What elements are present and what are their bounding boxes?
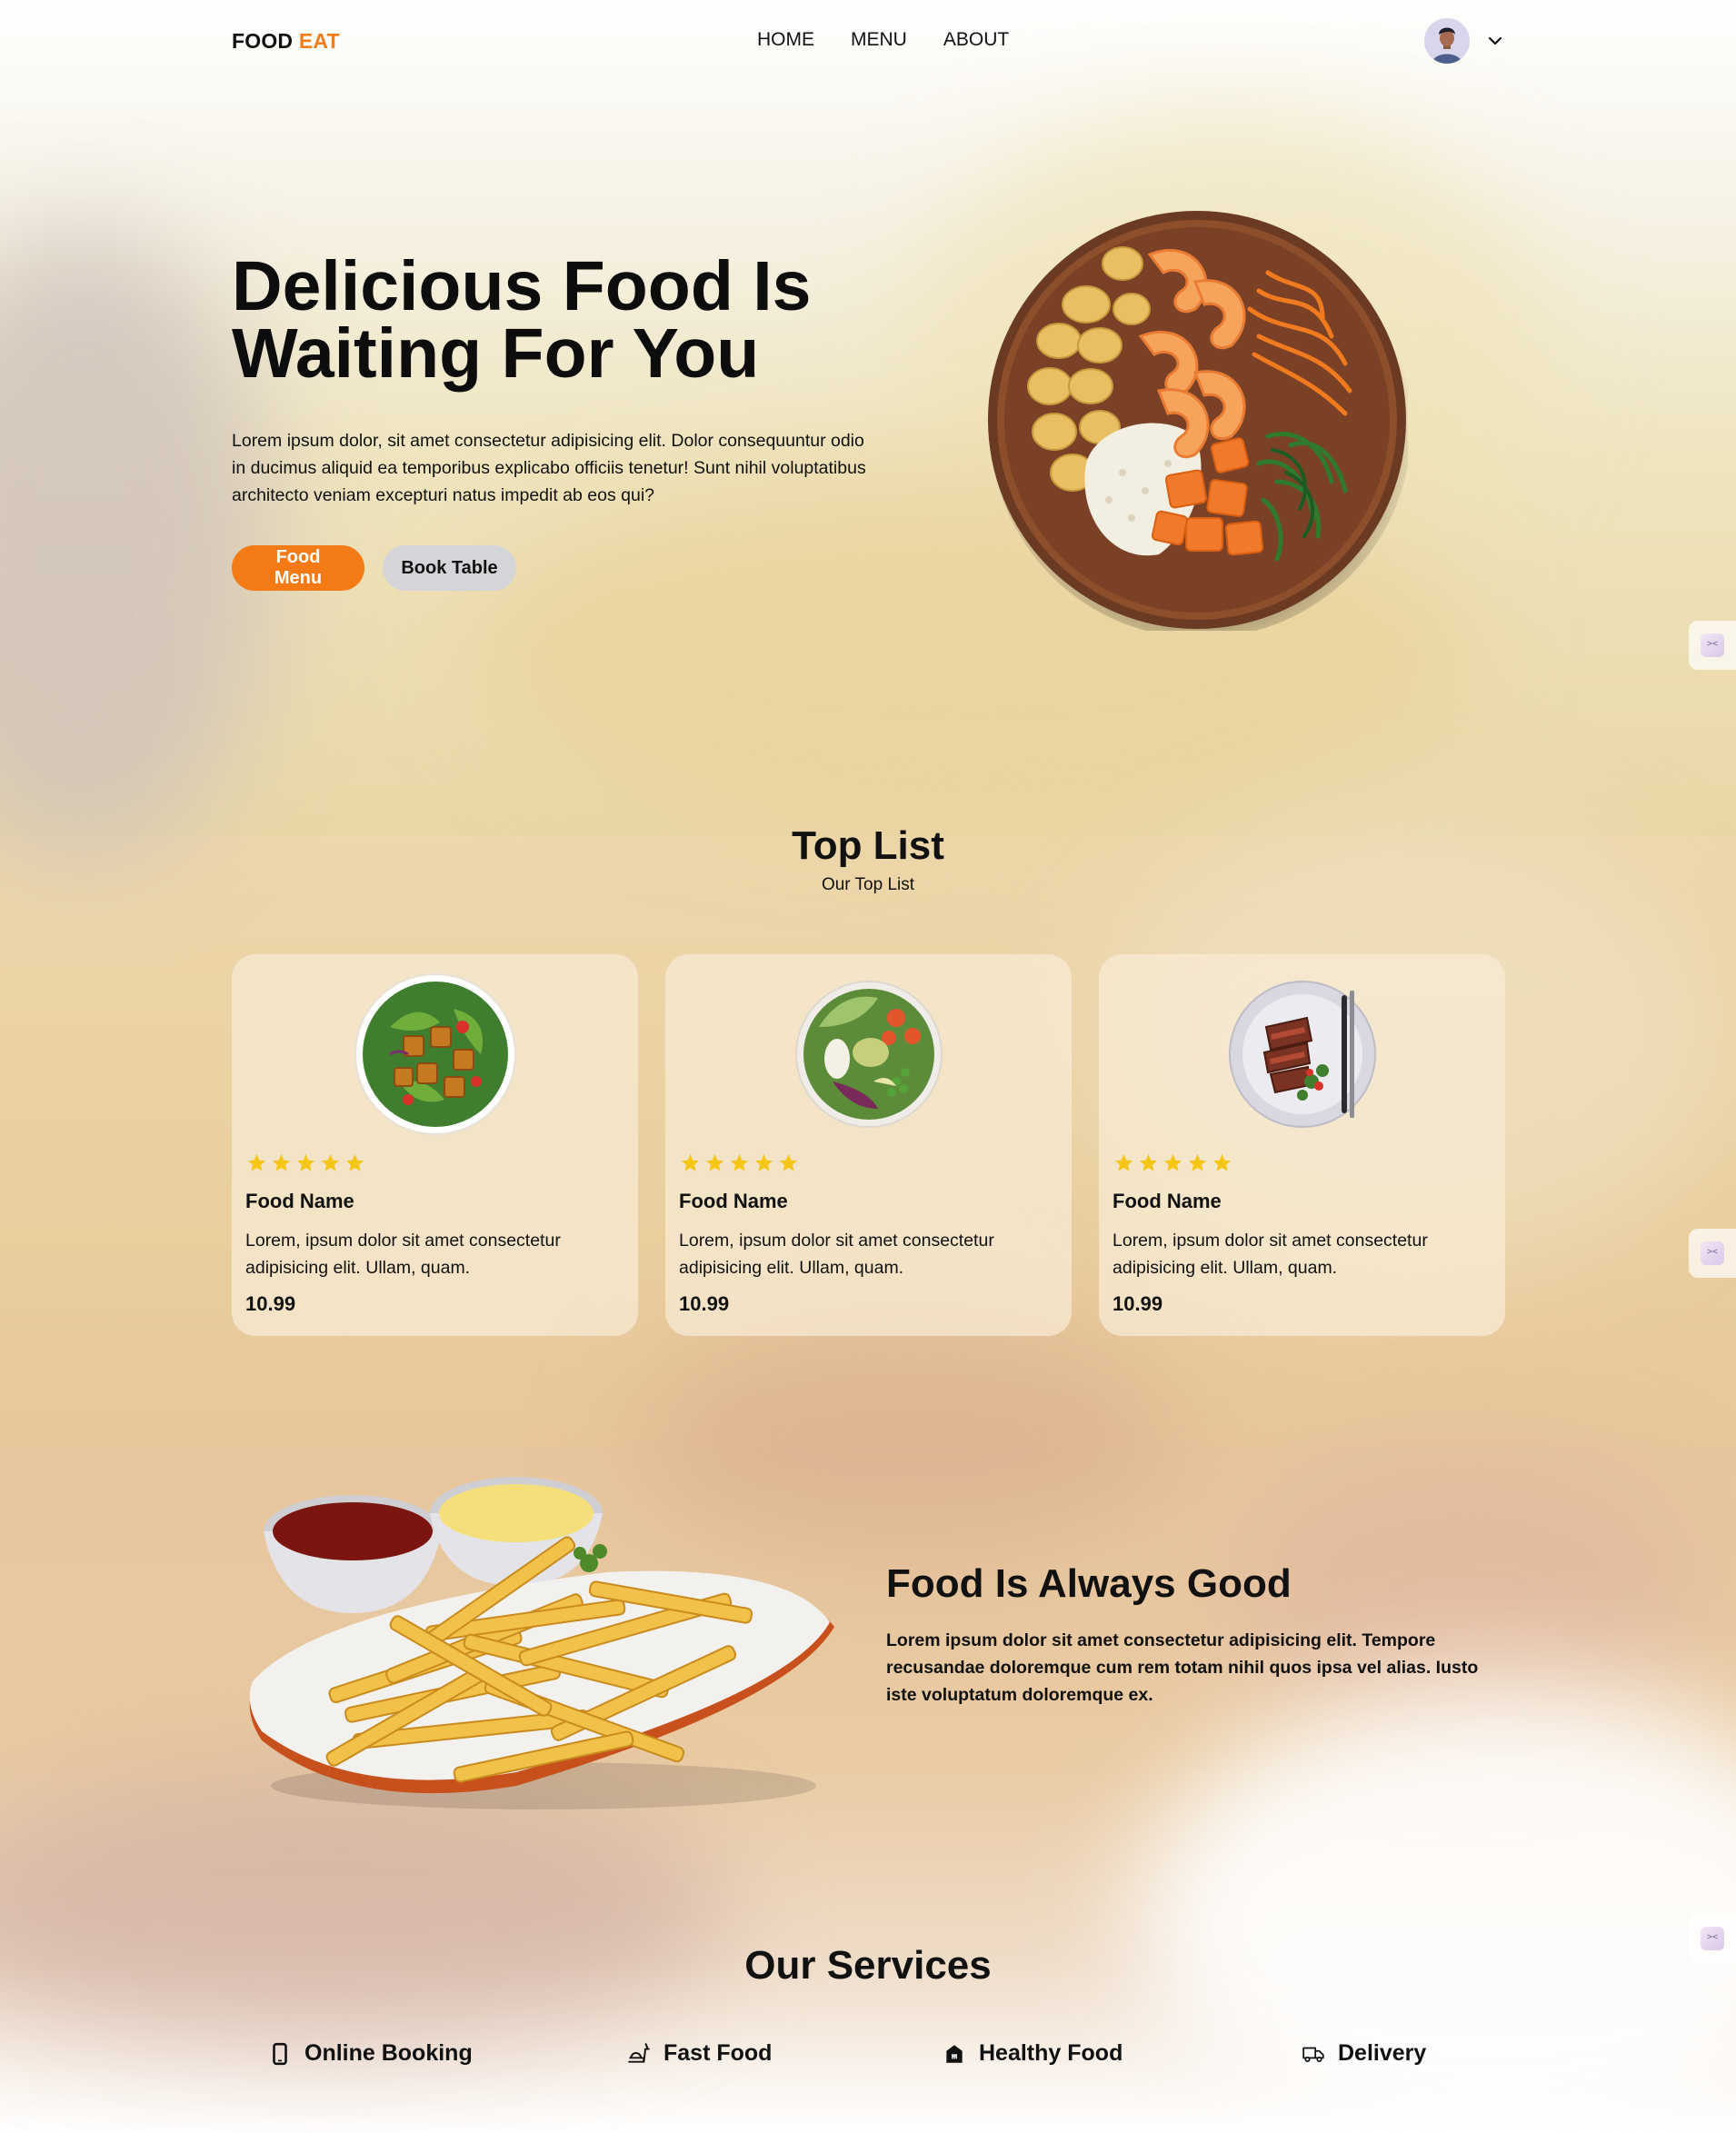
star-icon	[1139, 1153, 1158, 1171]
hero-title-line2: Waiting For You	[232, 314, 760, 393]
service-healthy-food[interactable]: Healthy Food	[943, 2040, 1122, 2067]
rating-stars	[246, 1152, 365, 1173]
top-list-title: Top List	[792, 823, 944, 868]
food-price: 10.99	[245, 1292, 296, 1315]
healthy-food-icon	[946, 2044, 963, 2063]
star-icon	[1163, 1153, 1182, 1171]
food-name: Food Name	[245, 1190, 354, 1212]
delivery-truck-icon	[1302, 2047, 1324, 2062]
top-list-subtitle: Our Top List	[821, 875, 915, 894]
food-name: Food Name	[679, 1190, 788, 1212]
food-card[interactable]: Food Name Lorem, ipsum dolor sit amet co…	[1099, 954, 1505, 1336]
star-icon	[1188, 1153, 1207, 1171]
french-fries-plate-image	[249, 1477, 835, 1809]
fast-food-icon	[628, 2042, 650, 2063]
brand-name: FOOD	[232, 29, 294, 53]
star-icon	[681, 1153, 700, 1171]
service-label: Delivery	[1338, 2040, 1427, 2066]
floating-assistant-button[interactable]: ><	[1689, 1914, 1736, 1963]
hero-food-bowl-image	[988, 211, 1408, 631]
food-description: Lorem, ipsum dolor sit amet consectetur …	[679, 1231, 994, 1278]
food-name: Food Name	[1112, 1190, 1222, 1212]
food-price: 10.99	[1112, 1292, 1163, 1315]
food-description: Lorem, ipsum dolor sit amet consectetur …	[245, 1231, 561, 1278]
main-menu: HOME MENU ABOUT	[757, 29, 1009, 51]
user-avatar-icon[interactable]	[1424, 18, 1470, 64]
chevron-down-icon[interactable]	[1486, 32, 1504, 50]
assistant-icon: ><	[1701, 1927, 1724, 1950]
service-label: Online Booking	[304, 2040, 473, 2066]
floating-assistant-button[interactable]: ><	[1689, 1229, 1736, 1278]
assistant-icon: ><	[1701, 633, 1724, 657]
hero-title: Delicious Food Is Waiting For You	[232, 252, 886, 389]
book-table-button[interactable]: Book Table	[383, 545, 516, 591]
rating-stars	[680, 1152, 799, 1173]
feature-title: Food Is Always Good	[886, 1561, 1292, 1606]
food-menu-button[interactable]: Food Menu	[232, 545, 364, 591]
star-icon	[321, 1153, 340, 1171]
service-online-booking[interactable]: Online Booking	[268, 2040, 473, 2067]
food-card[interactable]: Food Name Lorem, ipsum dolor sit amet co…	[665, 954, 1072, 1336]
star-icon	[1212, 1153, 1232, 1171]
floating-assistant-button[interactable]: ><	[1689, 621, 1736, 670]
services-list: Online Booking Fast Food Healthy Food De…	[232, 2040, 1504, 2086]
assistant-icon: ><	[1701, 1241, 1724, 1265]
service-fast-food[interactable]: Fast Food	[627, 2040, 772, 2067]
services-title: Our Services	[744, 1943, 992, 1988]
star-icon	[1114, 1153, 1133, 1171]
salad-bowl-image	[354, 973, 516, 1135]
user-menu[interactable]	[1424, 18, 1504, 64]
brand-logo[interactable]: FOOD EAT	[232, 29, 340, 54]
nav-menu[interactable]: MENU	[851, 29, 907, 51]
service-delivery[interactable]: Delivery	[1302, 2040, 1426, 2067]
veggie-bowl-image	[794, 981, 943, 1128]
star-icon	[705, 1153, 724, 1171]
star-icon	[296, 1153, 315, 1171]
brand-accent: EAT	[298, 29, 340, 53]
service-label: Fast Food	[663, 2040, 773, 2066]
hero-description: Lorem ipsum dolor, sit amet consectetur …	[232, 431, 866, 505]
food-price: 10.99	[679, 1292, 730, 1315]
rating-stars	[1113, 1152, 1232, 1173]
navbar: FOOD EAT HOME MENU ABOUT	[232, 18, 1504, 64]
star-icon	[247, 1153, 266, 1171]
service-label: Healthy Food	[979, 2040, 1123, 2066]
star-icon	[730, 1153, 749, 1171]
food-description: Lorem, ipsum dolor sit amet consectetur …	[1112, 1231, 1428, 1278]
star-icon	[754, 1153, 773, 1171]
star-icon	[272, 1153, 291, 1171]
smartphone-icon	[273, 2042, 287, 2065]
nav-home[interactable]: HOME	[757, 29, 814, 51]
star-icon	[345, 1153, 364, 1171]
feature-description: Lorem ipsum dolor sit amet consectetur a…	[886, 1630, 1479, 1705]
steak-plate-image	[1228, 981, 1376, 1128]
star-icon	[779, 1153, 798, 1171]
nav-about[interactable]: ABOUT	[943, 29, 1009, 51]
food-card[interactable]: Food Name Lorem, ipsum dolor sit amet co…	[232, 954, 638, 1336]
